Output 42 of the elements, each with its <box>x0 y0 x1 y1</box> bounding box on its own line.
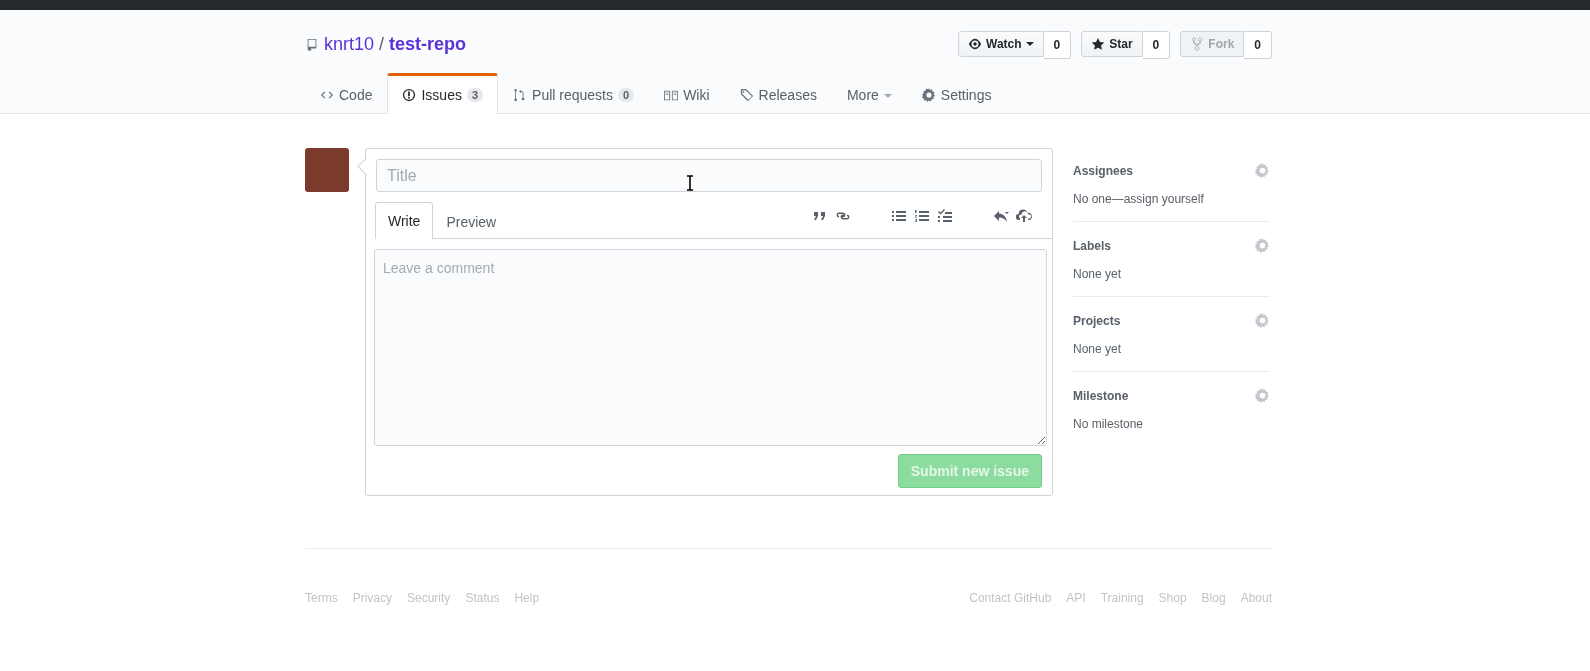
editor-tab[interactable]: Write <box>375 202 434 239</box>
text-cursor-icon <box>686 175 694 191</box>
section-value: None yet <box>1073 342 1123 356</box>
social-count[interactable]: 0 <box>1043 30 1072 59</box>
section-heading: Labels <box>1073 238 1111 253</box>
section-value: No one—assign yourself <box>1073 192 1205 206</box>
book-icon <box>664 88 679 102</box>
bullet-list-icon[interactable] <box>891 208 907 224</box>
fork-icon <box>1190 36 1205 51</box>
section-heading: Assignees <box>1073 163 1134 178</box>
repo-tab[interactable]: Code <box>305 73 388 114</box>
task-list-icon[interactable] <box>937 208 953 224</box>
repo-tab[interactable]: More <box>831 73 907 114</box>
counter: 3 <box>466 88 484 102</box>
eye-icon <box>968 36 982 51</box>
owner-link[interactable]: knrt10 <box>324 34 375 55</box>
avatar-photo <box>305 148 349 192</box>
issue-icon <box>402 88 417 102</box>
title-input[interactable]: Title <box>376 159 1042 192</box>
section-value: No milestone <box>1073 417 1145 431</box>
repo-action-button[interactable]: Star <box>1081 30 1143 57</box>
repo-tab[interactable]: Wiki <box>649 73 725 114</box>
path-separator: / <box>379 34 385 55</box>
numbered-list-icon[interactable] <box>914 208 930 224</box>
section-heading: Projects <box>1073 313 1121 328</box>
section-heading: Milestone <box>1073 388 1129 403</box>
social-count[interactable]: 0 <box>1142 30 1171 59</box>
counter: 0 <box>618 88 635 102</box>
editor-tab[interactable]: Preview <box>433 203 510 239</box>
tag-icon <box>739 88 754 102</box>
repo-icon <box>305 37 319 52</box>
repo-tab[interactable]: Releases <box>724 73 832 114</box>
repo-name-link[interactable]: test-repo <box>389 34 467 55</box>
repo-tab[interactable]: Issues 3 <box>387 73 499 114</box>
cloud-upload-icon[interactable] <box>1016 208 1032 224</box>
section-value: None yet <box>1073 267 1123 281</box>
gear-icon <box>921 88 936 102</box>
repo-tab[interactable]: Settings <box>906 73 1007 114</box>
repo-action-button[interactable]: Watch <box>958 30 1044 57</box>
repo-tab[interactable]: Pull requests 0 <box>498 73 650 114</box>
star-icon <box>1091 36 1106 51</box>
comment-textarea[interactable]: Leave a comment <box>374 249 1047 446</box>
